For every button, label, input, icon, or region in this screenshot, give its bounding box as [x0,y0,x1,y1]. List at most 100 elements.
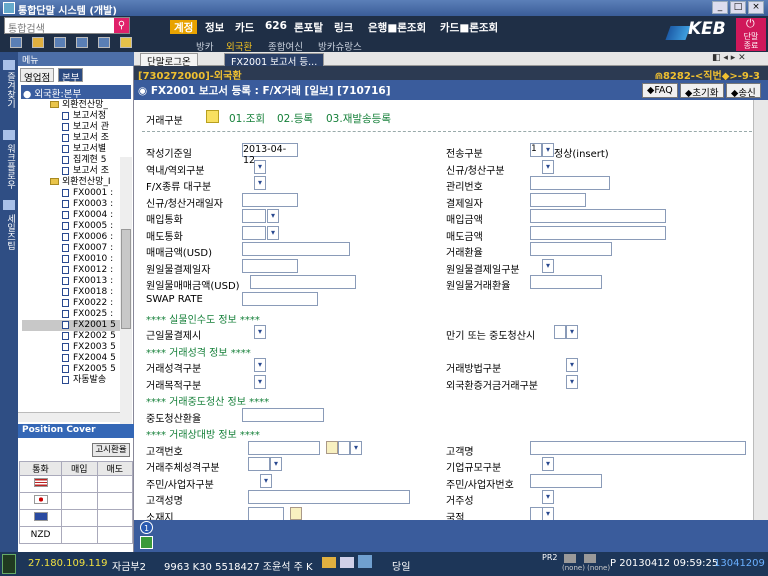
tab-logon[interactable]: 단말로그온 [140,53,198,68]
field-dropdown[interactable]: ▾ [542,258,554,273]
tree-item[interactable]: FX0001 : [22,188,120,199]
field-dropdown[interactable]: ▾ [542,506,554,520]
send-button[interactable]: ◆송신 [726,83,761,99]
tree-item[interactable]: FX2003 5 [22,342,120,353]
search-input[interactable]: 통합검색 [4,17,130,35]
field-input[interactable] [554,325,566,339]
terminal-exit-button[interactable]: ⏻ 단말 종료 [736,18,766,51]
field-input[interactable] [242,407,324,422]
faq-button[interactable]: ◆FAQ [642,83,678,98]
menu-card[interactable]: 카드 [235,20,254,34]
tree-item[interactable]: FX0013 : [22,276,120,287]
tree-item[interactable]: FX0005 : [22,221,120,232]
field-dropdown[interactable]: ▾ [254,159,266,174]
reset-button[interactable]: ◆초기화 [680,83,724,99]
workflow-label[interactable]: 워크플로우 [4,144,17,189]
tree-item[interactable]: FX2004 5 [22,353,120,364]
tree-folder[interactable]: 외환전산망_ [22,100,120,111]
tree-item[interactable]: 보고서 조 [22,133,120,144]
date-input[interactable]: 2013-04-12 [242,143,298,166]
menu-card-loan[interactable]: 카드■론조회 [440,20,498,34]
tab-hq[interactable]: 본부 [58,68,84,84]
field-dropdown[interactable]: ▾ [566,374,578,389]
tree-root[interactable]: ● 외국환:본부 [21,85,131,100]
maximize-button[interactable]: □ [730,1,746,14]
lock-icon[interactable] [32,37,44,48]
field-input[interactable] [242,242,350,256]
field-dropdown[interactable]: ▾ [267,225,279,240]
tree-item[interactable]: 보고서별 [22,144,120,155]
field-dropdown[interactable]: ▾ [254,325,266,339]
lookup-icon[interactable] [326,440,338,454]
tree-item[interactable]: 보고서 관 [22,122,120,133]
tree-item[interactable]: 집계현 5 [22,155,120,166]
field-dropdown[interactable]: ▾ [254,358,266,372]
field-input[interactable] [242,258,298,273]
tree-item[interactable]: FX0022 : [22,298,120,309]
table-row[interactable] [18,492,134,510]
field-dropdown[interactable]: ▾ [542,159,554,174]
fx-rate-button[interactable]: 고시환율 [92,443,130,457]
page-1-icon[interactable]: 1 [140,521,153,534]
tree-item[interactable]: 자동발송 [22,375,120,386]
field-input[interactable] [242,192,298,207]
folder-icon[interactable] [322,557,336,568]
field-dropdown[interactable]: ▾ [260,473,272,488]
tree-item[interactable]: FX2002 5 [22,331,120,342]
field-input[interactable] [242,209,266,223]
send-code[interactable]: 1 [530,143,542,157]
minimize-button[interactable]: _ [712,1,728,14]
card-icon[interactable] [76,37,88,48]
tree-folder[interactable]: 외환전산망_I [22,177,120,188]
menu-loan-portal[interactable]: 론포탈 [294,20,323,34]
tree-item[interactable]: FX2001 5 [22,320,120,331]
tree-item[interactable]: FX0007 : [22,243,120,254]
field-input[interactable] [250,275,356,289]
submenu-banca[interactable]: 방카 [196,39,213,53]
field-input[interactable] [530,440,746,455]
field-input[interactable] [530,225,666,240]
menu-link[interactable]: 링크 [334,20,353,34]
field-input[interactable] [248,506,284,520]
field-dropdown[interactable]: ▾ [566,325,578,339]
field-input[interactable] [530,473,602,488]
table-row[interactable] [18,475,134,493]
sales-tip-label[interactable]: 세일즈팁 [4,214,17,250]
screen-icon[interactable] [54,37,66,48]
tree-item[interactable]: FX0012 : [22,265,120,276]
tab-nav-arrows-icon[interactable]: ◧ ◂ ▸ ✕ [712,53,746,63]
field-dropdown[interactable]: ▾ [542,490,554,504]
field-input[interactable] [248,490,410,504]
field-input[interactable] [530,176,610,190]
sales-tip-icon[interactable] [3,200,15,210]
user-icon[interactable] [10,37,22,48]
menu-bank-loan[interactable]: 은행■론조회 [368,20,426,34]
tree-item[interactable]: FX0018 : [22,287,120,298]
printer-icon[interactable] [358,555,372,568]
field-dropdown[interactable]: ▾ [267,209,279,223]
address-lookup-icon[interactable] [290,506,302,520]
field-input[interactable] [242,225,266,240]
form-scrollbar[interactable] [753,100,768,520]
workflow-icon[interactable] [3,130,15,140]
tree-item[interactable]: 보고서정 [22,111,120,122]
tree-item[interactable]: FX0010 : [22,254,120,265]
tree-item[interactable]: FX0003 : [22,199,120,210]
tab-branch[interactable]: 영업점 [20,68,55,84]
tree-item[interactable]: FX0006 : [22,232,120,243]
send-dropdown[interactable]: ▾ [542,143,554,157]
field-input[interactable] [248,457,270,471]
favorites-label[interactable]: 즐겨찾기 [4,72,17,108]
submenu-bancassurance[interactable]: 방카슈랑스 [318,39,362,53]
field-dropdown[interactable]: ▾ [542,457,554,471]
list-icon[interactable] [98,37,110,48]
search-icon[interactable]: ⚲ [114,18,129,33]
mail-icon[interactable] [340,557,354,568]
refresh-icon[interactable] [140,536,153,549]
tab-fx2001[interactable]: FX2001 보고서 등... [224,53,325,68]
flag-icon[interactable] [120,37,132,48]
field-input[interactable] [338,440,350,455]
submenu-credit[interactable]: 종합여신 [268,39,303,53]
star-icon[interactable] [3,60,15,70]
table-row[interactable]: NZD [18,526,134,544]
